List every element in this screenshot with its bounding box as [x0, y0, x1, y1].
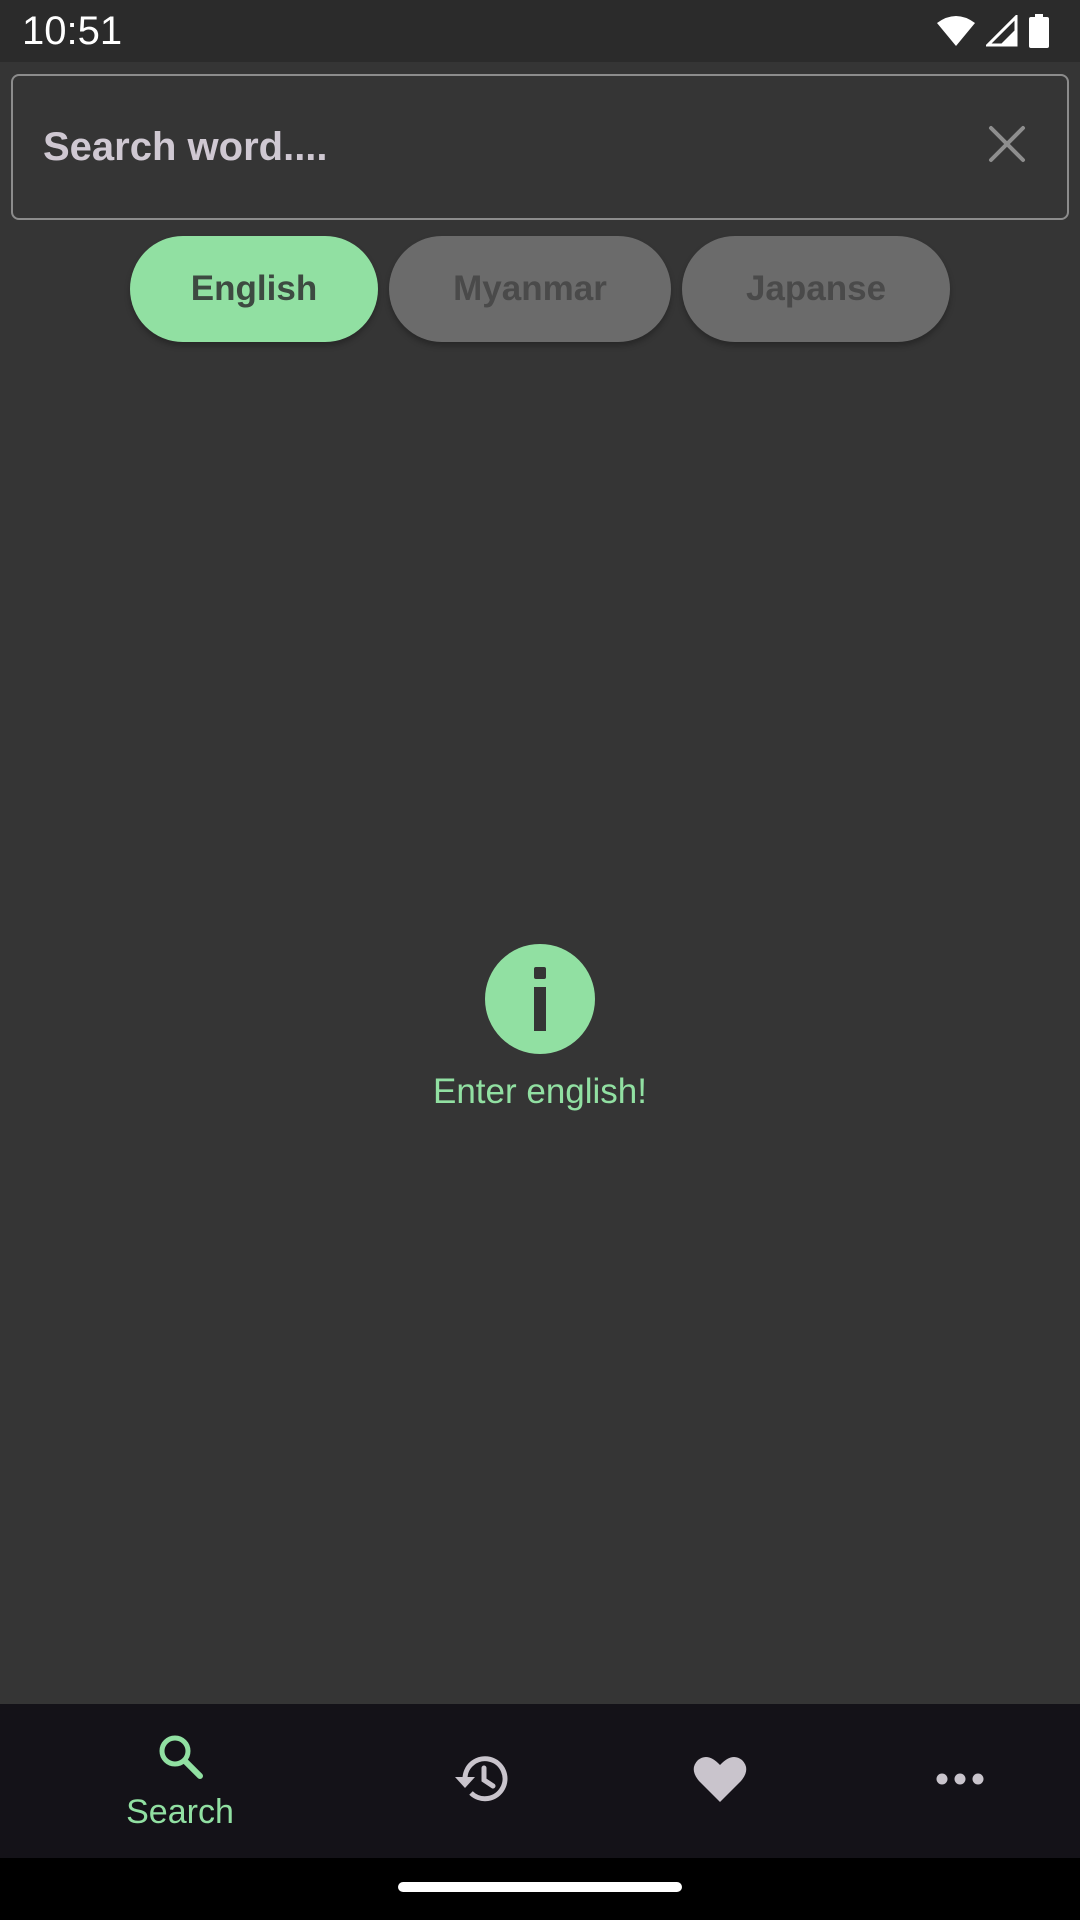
history-icon — [451, 1752, 509, 1811]
empty-state: Enter english! — [0, 944, 1080, 1114]
bottom-navigation: Search — [0, 1704, 1080, 1858]
wifi-icon — [936, 15, 976, 47]
search-box — [11, 74, 1069, 220]
empty-state-message: Enter english! — [432, 1072, 648, 1111]
nav-label-search: Search — [126, 1792, 234, 1831]
status-time: 10:51 — [22, 9, 123, 53]
chip-label: English — [190, 269, 318, 308]
search-input[interactable] — [43, 76, 943, 218]
nav-item-history[interactable] — [360, 1704, 600, 1858]
chip-label: Japanse — [745, 269, 887, 308]
nav-item-search[interactable]: Search — [60, 1704, 300, 1858]
info-icon — [485, 944, 595, 1054]
chip-myanmar[interactable]: Myanmar — [389, 236, 671, 342]
chip-english[interactable]: English — [130, 236, 378, 342]
nav-item-favorites[interactable] — [600, 1704, 840, 1858]
gesture-handle[interactable] — [398, 1882, 682, 1892]
clear-search-button[interactable] — [981, 120, 1033, 172]
language-selector: English Myanmar Japanse — [0, 236, 1080, 342]
heart-icon — [693, 1754, 747, 1809]
more-horizontal-icon — [936, 1772, 984, 1791]
gesture-navigation-bar — [0, 1858, 1080, 1920]
status-icons — [936, 12, 1050, 50]
chip-japanese[interactable]: Japanse — [682, 236, 950, 342]
search-icon — [155, 1731, 205, 1786]
close-icon — [987, 124, 1027, 169]
status-bar: 10:51 — [0, 0, 1080, 62]
chip-label: Myanmar — [453, 269, 607, 308]
cellular-signal-icon — [986, 15, 1018, 47]
nav-item-more[interactable] — [840, 1704, 1080, 1858]
battery-icon — [1028, 14, 1050, 48]
